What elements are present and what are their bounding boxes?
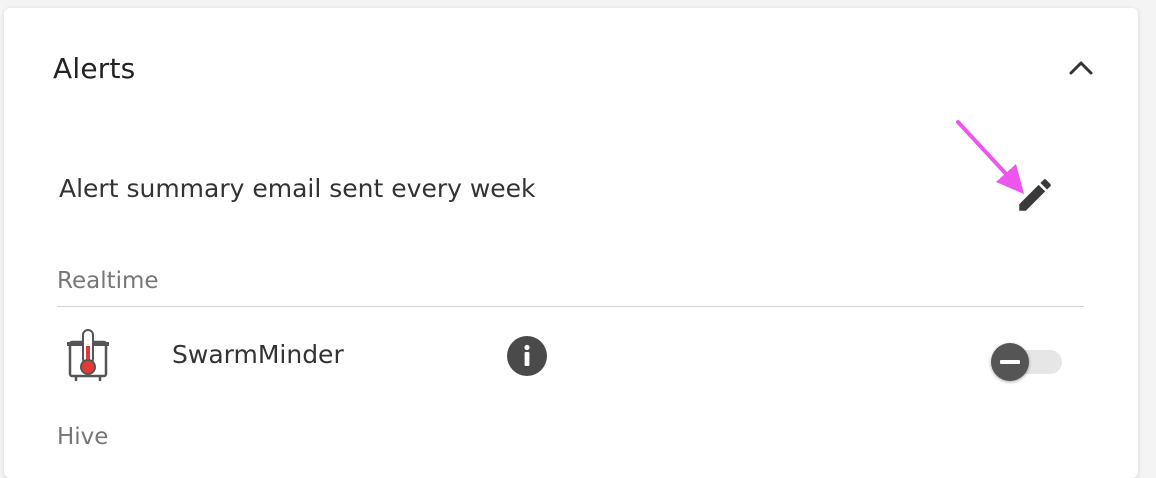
thermometer-hive-icon [66, 328, 110, 382]
alerts-card: Alerts Alert summary email sent every we… [4, 8, 1138, 478]
alert-summary-text: Alert summary email sent every week [59, 174, 536, 203]
device-alert-toggle[interactable] [988, 342, 1064, 382]
card-title: Alerts [53, 52, 136, 85]
pencil-icon [1019, 179, 1051, 211]
section-label-hive: Hive [57, 424, 109, 450]
edit-summary-button[interactable] [1014, 174, 1056, 216]
info-button[interactable] [507, 336, 547, 376]
section-label-realtime: Realtime [57, 268, 159, 294]
section-divider [57, 306, 1084, 307]
device-name: SwarmMinder [172, 340, 344, 369]
info-icon [524, 344, 530, 366]
toggle-knob [991, 343, 1029, 381]
minus-icon [1000, 360, 1020, 364]
collapse-button[interactable] [1064, 52, 1098, 82]
chevron-up-icon [1069, 61, 1093, 75]
